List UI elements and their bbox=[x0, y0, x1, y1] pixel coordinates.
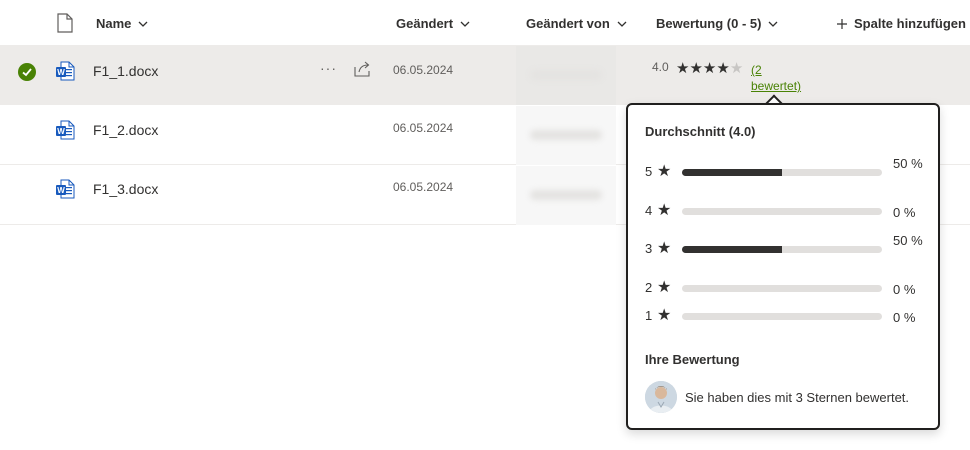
chevron-down-icon bbox=[617, 21, 627, 27]
add-column-button[interactable]: Spalte hinzufügen bbox=[836, 16, 966, 31]
average-title: Durchschnitt (4.0) bbox=[645, 124, 756, 139]
rating-details-popup: Durchschnitt (4.0) 5 ★ 50 % 4 ★ 0 % 3 ★ … bbox=[626, 103, 940, 430]
star-icon: ★ bbox=[657, 163, 672, 180]
add-column-label: Spalte hinzufügen bbox=[854, 16, 966, 31]
star-empty-icon[interactable]: ★ bbox=[730, 60, 743, 77]
modified-date: 06.05.2024 bbox=[393, 180, 454, 194]
distribution-row: 2 ★ 0 % bbox=[645, 278, 925, 298]
distribution-percent: 50 % bbox=[893, 156, 923, 171]
file-name-link[interactable]: F1_3.docx bbox=[93, 181, 158, 197]
star-icon: ★ bbox=[657, 240, 672, 257]
star-filled-icon[interactable]: ★ bbox=[689, 60, 702, 77]
modified-date: 06.05.2024 bbox=[393, 121, 454, 135]
your-rating-text: Sie haben dies mit 3 Sternen bewertet. bbox=[685, 390, 910, 405]
rating-average-value: 4.0 bbox=[652, 60, 669, 74]
distribution-percent: 0 % bbox=[893, 282, 916, 297]
chevron-down-icon bbox=[138, 21, 148, 27]
file-name-link[interactable]: F1_1.docx bbox=[93, 63, 158, 79]
rated-count-link[interactable]: (2 bewertet) bbox=[751, 62, 811, 94]
modified-date: 06.05.2024 bbox=[393, 63, 454, 77]
star-icon: ★ bbox=[657, 202, 672, 219]
distribution-row: 3 ★ 50 % bbox=[645, 233, 925, 259]
svg-text:W: W bbox=[57, 127, 65, 136]
rating-stars[interactable]: ★★★★★ bbox=[676, 59, 743, 77]
distribution-row: 4 ★ 0 % bbox=[645, 201, 925, 221]
distribution-bar-fill bbox=[682, 246, 782, 253]
distribution-percent: 0 % bbox=[893, 310, 916, 325]
distribution-stars-label: 4 bbox=[645, 203, 653, 218]
share-icon[interactable] bbox=[354, 61, 372, 77]
distribution-bar bbox=[682, 169, 882, 176]
svg-text:W: W bbox=[57, 68, 65, 77]
column-header-name[interactable]: Name bbox=[96, 16, 149, 31]
star-icon: ★ bbox=[657, 279, 672, 296]
column-header-modified-by[interactable]: Geändert von bbox=[526, 16, 628, 31]
file-name-link[interactable]: F1_2.docx bbox=[93, 122, 158, 138]
distribution-stars-label: 2 bbox=[645, 280, 653, 295]
svg-text:W: W bbox=[57, 186, 65, 195]
word-document-icon: W bbox=[56, 120, 75, 140]
distribution-stars-label: 3 bbox=[645, 241, 653, 256]
word-document-icon: W bbox=[56, 61, 75, 81]
distribution-bar bbox=[682, 246, 882, 253]
modified-by-redacted bbox=[516, 106, 616, 165]
row-selected-check-icon[interactable] bbox=[18, 63, 36, 81]
column-header-modified-label: Geändert bbox=[396, 16, 454, 31]
avatar bbox=[645, 381, 677, 413]
plus-icon bbox=[837, 18, 847, 29]
modified-by-redacted bbox=[516, 46, 616, 105]
distribution-row: 5 ★ 50 % bbox=[645, 156, 925, 182]
distribution-bar-fill bbox=[682, 169, 782, 176]
distribution-stars-label: 5 bbox=[645, 164, 653, 179]
distribution-row: 1 ★ 0 % bbox=[645, 306, 925, 326]
chevron-down-icon bbox=[460, 21, 470, 27]
distribution-stars-label: 1 bbox=[645, 308, 653, 323]
distribution-bar bbox=[682, 285, 882, 292]
your-rating-title: Ihre Bewertung bbox=[645, 352, 740, 367]
column-header-name-label: Name bbox=[96, 16, 132, 31]
star-icon: ★ bbox=[657, 307, 672, 324]
column-header-rating-label: Bewertung (0 - 5) bbox=[656, 16, 762, 31]
distribution-percent: 50 % bbox=[893, 233, 923, 248]
distribution-bar bbox=[682, 313, 882, 320]
file-type-icon[interactable] bbox=[56, 13, 74, 33]
modified-by-redacted bbox=[516, 166, 616, 225]
distribution-percent: 0 % bbox=[893, 205, 916, 220]
star-filled-icon[interactable]: ★ bbox=[716, 60, 729, 77]
word-document-icon: W bbox=[56, 179, 75, 199]
column-header-modified-by-label: Geändert von bbox=[526, 16, 610, 31]
table-row[interactable]: W F1_1.docx ··· 06.05.2024 bbox=[0, 46, 970, 105]
chevron-down-icon bbox=[769, 21, 778, 27]
column-header-rating[interactable]: Bewertung (0 - 5) bbox=[656, 16, 779, 31]
more-actions-button[interactable]: ··· bbox=[320, 60, 337, 76]
list-header: Name Geändert Geändert von Bewertung (0 … bbox=[0, 0, 970, 46]
star-filled-icon[interactable]: ★ bbox=[703, 60, 716, 77]
star-filled-icon[interactable]: ★ bbox=[676, 60, 689, 77]
column-header-modified[interactable]: Geändert bbox=[396, 16, 471, 31]
distribution-bar bbox=[682, 208, 882, 215]
